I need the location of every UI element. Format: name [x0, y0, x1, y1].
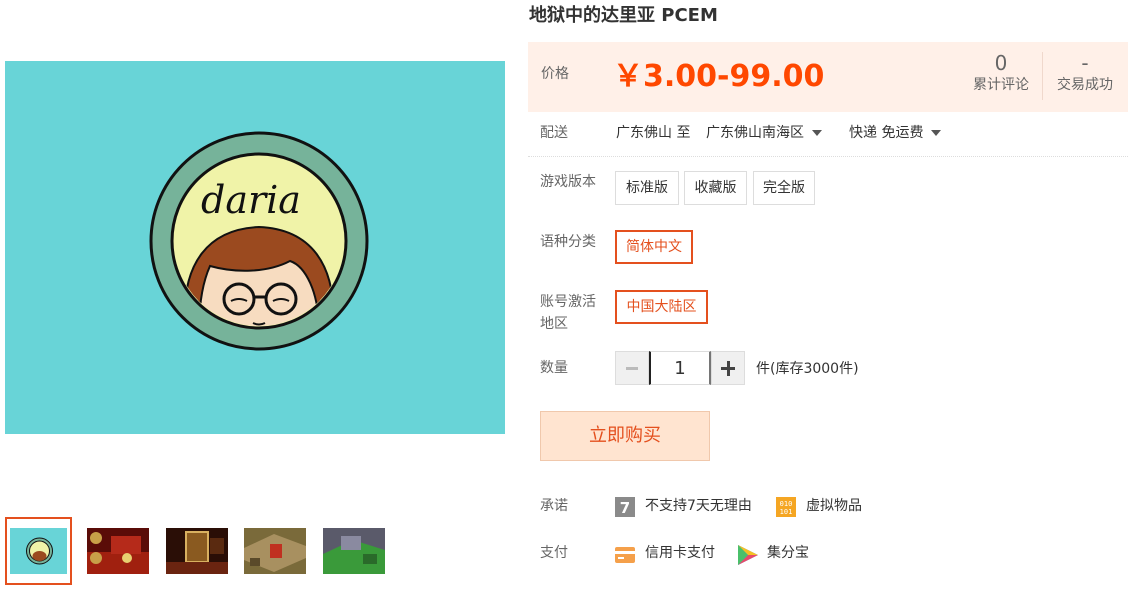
quantity-input[interactable] — [649, 351, 711, 385]
review-count: 0 — [994, 51, 1008, 75]
promise-virtual-goods: 虚拟物品 — [806, 498, 862, 514]
game-version-label: 游戏版本 — [540, 174, 596, 190]
quantity-label: 数量 — [540, 360, 568, 376]
review-count-stat[interactable]: 0 累计评论 — [960, 51, 1042, 95]
stock-info: 件(库存3000件) — [756, 361, 859, 377]
shipping-label: 配送 — [540, 125, 568, 141]
payment-label: 支付 — [540, 545, 568, 561]
chevron-down-icon — [931, 130, 942, 136]
buy-now-button[interactable]: 立即购买 — [540, 411, 710, 461]
shipping-destination-select[interactable]: 广东佛山南海区 — [706, 123, 822, 143]
virtual-goods-icon: 010 101 — [776, 497, 796, 517]
shipping-destination: 广东佛山南海区 — [706, 125, 804, 141]
promise-no-return: 不支持7天无理由 — [645, 498, 752, 514]
main-product-image: daria — [5, 61, 505, 434]
language-option-simplified-chinese[interactable]: 简体中文 — [615, 230, 693, 264]
stat-divider — [1042, 52, 1043, 100]
sales-count: - — [1081, 51, 1089, 75]
region-option-mainland-china[interactable]: 中国大陆区 — [615, 290, 708, 324]
shipping-method-select[interactable]: 快递 免运费 — [849, 123, 942, 143]
shipping-from: 广东佛山 至 — [616, 125, 691, 141]
thumbnail-2[interactable] — [87, 528, 149, 574]
promise-label: 承诺 — [540, 498, 568, 514]
region-label-line2: 地区 — [540, 316, 568, 332]
payment-jifenbao: 集分宝 — [767, 545, 809, 561]
price-label: 价格 — [541, 66, 569, 82]
review-count-label: 累计评论 — [973, 77, 1029, 93]
thumbnail-1[interactable] — [5, 517, 72, 585]
language-label: 语种分类 — [540, 234, 596, 250]
price-value: ￥3.00-99.00 — [613, 59, 825, 94]
shipping-method: 快递 免运费 — [849, 125, 924, 141]
svg-text:7: 7 — [620, 499, 630, 517]
sales-count-stat[interactable]: - 交易成功 — [1044, 51, 1126, 95]
thumbnail-3[interactable] — [166, 528, 228, 574]
version-option-standard[interactable]: 标准版 — [615, 171, 679, 205]
seven-days-icon: 7 — [615, 497, 635, 517]
credit-card-icon — [615, 547, 635, 563]
quantity-decrease-button[interactable] — [615, 351, 649, 385]
product-title: 地狱中的达里亚 PCEM — [529, 5, 718, 26]
minus-icon — [626, 367, 638, 370]
daria-logo-text: daria — [201, 178, 301, 222]
quantity-increase-button[interactable] — [711, 351, 745, 385]
payment-credit-card: 信用卡支付 — [645, 545, 715, 561]
chevron-down-icon — [812, 130, 822, 136]
version-option-complete[interactable]: 完全版 — [753, 171, 815, 205]
region-label-line1: 账号激活 — [540, 294, 596, 310]
thumbnail-5[interactable] — [323, 528, 385, 574]
sales-count-label: 交易成功 — [1057, 77, 1113, 93]
daria-logo: daria — [149, 131, 369, 351]
svg-text:010: 010 — [780, 500, 793, 508]
divider — [528, 156, 1128, 157]
svg-text:101: 101 — [780, 508, 793, 516]
jifenbao-icon — [738, 545, 758, 565]
thumbnail-4[interactable] — [244, 528, 306, 574]
price-panel: 价格 ￥3.00-99.00 0 累计评论 - 交易成功 — [528, 42, 1128, 112]
version-option-collector[interactable]: 收藏版 — [684, 171, 747, 205]
